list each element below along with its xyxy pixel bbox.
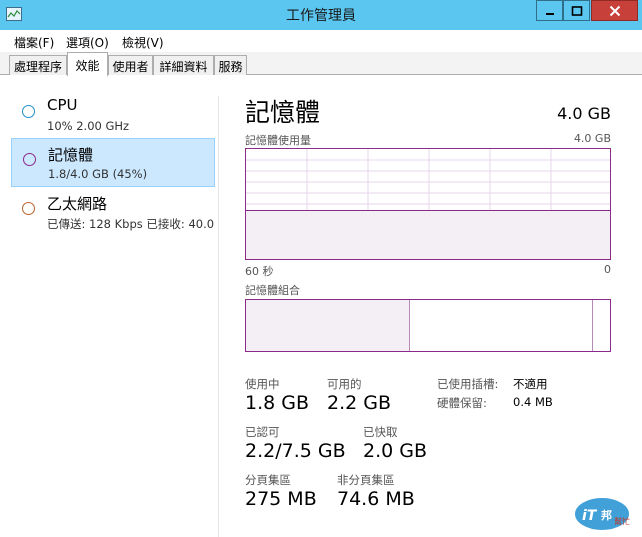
paged-pool-value: 275 MB [245,488,317,510]
close-button[interactable] [591,0,638,21]
sidebar-item-ethernet[interactable]: 乙太網路 已傳送: 128 Kbps 已接收: 40.0 [11,188,215,237]
available-label: 可用的 [327,377,362,391]
committed-label: 已認可 [245,425,280,439]
nonpaged-pool-label: 非分頁集區 [337,473,395,487]
sidebar-item-title: CPU [47,96,78,114]
menu-view[interactable]: 檢視(V) [122,34,164,51]
close-icon [609,5,620,16]
paged-pool-label: 分頁集區 [245,473,291,487]
in-use-value: 1.8 GB [245,392,310,414]
sidebar-item-subtitle: 10% 2.00 GHz [47,119,130,133]
svg-text:幫忙: 幫忙 [614,516,630,526]
tab-performance[interactable]: 效能 [67,52,108,76]
reserved-value: 0.4 MB [513,395,553,409]
maximize-icon [571,5,582,16]
slots-label: 已使用插槽: [437,377,499,391]
reserved-label: 硬體保留: [437,396,487,410]
memory-usage-area [246,209,610,259]
tab-bar: 處理程序 效能 使用者 詳細資料 服務 [0,52,642,76]
ithome-watermark-logo: iT 邦 幫忙 [573,496,631,532]
composition-in-use[interactable] [246,300,410,351]
resource-sidebar: CPU 10% 2.00 GHz 記憶體 1.8/4.0 GB (45%) 乙太… [0,76,218,537]
memory-usage-graph [245,148,611,260]
page-title: 記憶體 [245,98,321,127]
tab-processes[interactable]: 處理程序 [9,55,67,75]
sidebar-item-memory[interactable]: 記憶體 1.8/4.0 GB (45%) [11,138,215,187]
cached-label: 已快取 [363,425,398,439]
composition-standby[interactable] [591,300,610,351]
graph-time-end: 0 [604,263,611,276]
svg-text:iT: iT [582,508,598,524]
ethernet-indicator-icon [22,202,35,215]
memory-composition-bar [245,299,611,352]
sidebar-item-cpu[interactable]: CPU 10% 2.00 GHz [11,91,215,140]
in-use-label: 使用中 [245,377,280,391]
menu-file[interactable]: 檔案(F) [14,34,54,51]
sidebar-item-title: 記憶體 [48,146,94,164]
composition-label: 記憶體組合 [245,284,300,297]
graph-time-start: 60 秒 [245,265,274,278]
usage-graph-max: 4.0 GB [573,132,611,145]
sidebar-item-subtitle: 1.8/4.0 GB (45%) [48,167,148,181]
minimize-icon [545,12,554,15]
sidebar-item-subtitle: 已傳送: 128 Kbps 已接收: 40.0 [47,217,215,231]
tab-users[interactable]: 使用者 [108,55,153,75]
memory-indicator-icon [23,153,36,166]
memory-detail-panel: 記憶體 4.0 GB 記憶體使用量 4.0 GB 60 秒 0 記憶體組合 使用… [219,76,642,537]
cpu-indicator-icon [22,105,35,118]
available-value: 2.2 GB [327,392,392,414]
total-memory: 4.0 GB [557,104,611,123]
minimize-button[interactable] [536,0,563,21]
slots-value: 不適用 [513,377,548,391]
committed-value: 2.2/7.5 GB [245,440,346,462]
title-bar[interactable]: 工作管理員 [0,0,642,30]
tab-details[interactable]: 詳細資料 [153,55,214,75]
menu-options[interactable]: 選項(O) [66,34,109,51]
maximize-button[interactable] [563,0,590,21]
nonpaged-pool-value: 74.6 MB [337,488,415,510]
menu-bar: 檔案(F) 選項(O) 檢視(V) [0,30,642,52]
tab-services[interactable]: 服務 [214,55,247,75]
svg-text:邦: 邦 [601,508,612,522]
sidebar-item-title: 乙太網路 [47,195,108,213]
cached-value: 2.0 GB [363,440,428,462]
usage-graph-label: 記憶體使用量 [245,134,311,147]
